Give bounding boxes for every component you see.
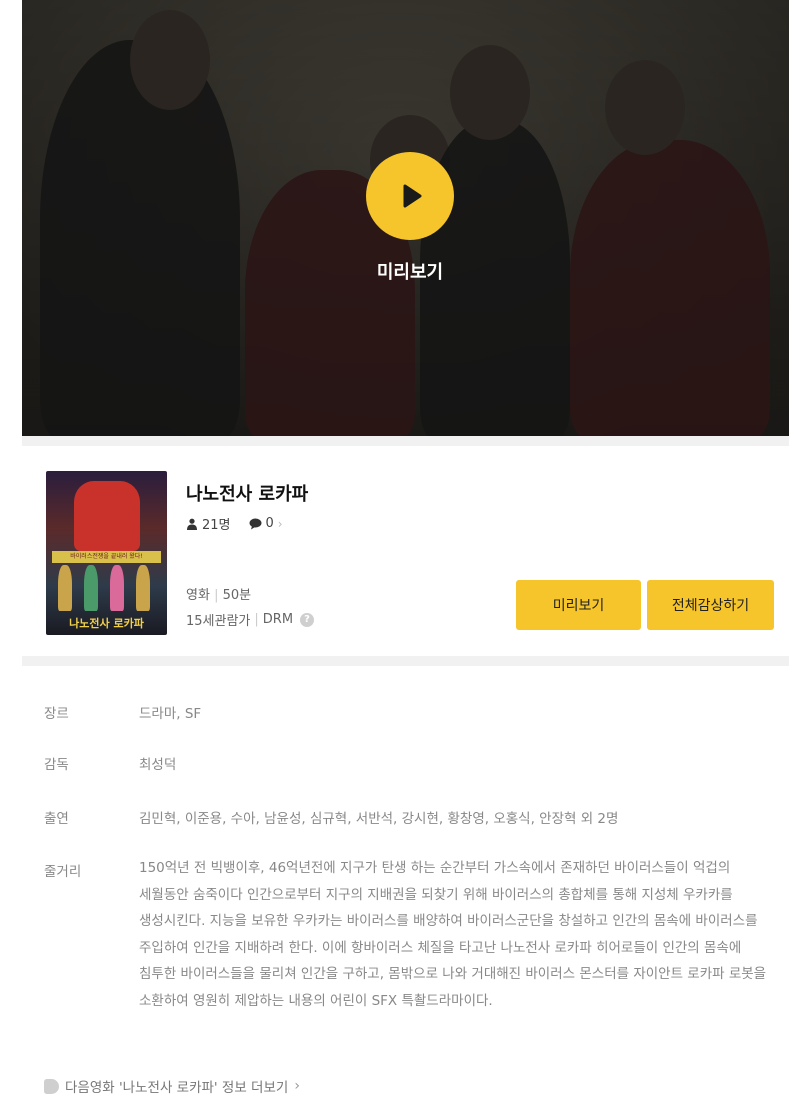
poster-robot-art xyxy=(74,481,140,551)
plot-label: 줄거리 xyxy=(44,864,82,880)
watch-full-button[interactable]: 전체감상하기 xyxy=(647,580,774,630)
preview-button[interactable]: 미리보기 xyxy=(516,580,641,630)
hero-figure-1-head xyxy=(130,10,210,110)
director-label: 감독 xyxy=(44,757,69,773)
director-value: 최성덕 xyxy=(139,757,177,773)
movie-poster[interactable]: 바이러스전쟁을 끝내러 왔다! 나노전사 로카파 xyxy=(46,471,167,635)
genre-value: 드라마, SF xyxy=(139,706,202,722)
movie-type: 영화 xyxy=(186,588,210,603)
movie-stats: 21명 0 › xyxy=(186,514,283,533)
movie-type-duration: 영화 | 50분 xyxy=(186,588,252,603)
play-button[interactable] xyxy=(366,152,454,240)
drm-label: DRM xyxy=(262,612,294,627)
chevron-right-icon[interactable]: › xyxy=(278,517,283,531)
movie-info-card: 바이러스전쟁을 끝내러 왔다! 나노전사 로카파 나노전사 로카파 21명 0 … xyxy=(22,446,789,656)
hero-figure-1 xyxy=(40,40,240,436)
comment-count[interactable]: 0 xyxy=(266,516,274,531)
cast-label: 출연 xyxy=(44,811,69,827)
chevron-right-icon[interactable]: › xyxy=(294,1078,300,1094)
age-rating: 15세관람가 xyxy=(186,614,251,629)
hero-left-margin xyxy=(0,0,22,436)
plot-text: 150억년 전 빅뱅이후, 46억년전에 지구가 탄생 하는 순간부터 가스속에… xyxy=(139,860,767,1009)
comment-icon[interactable] xyxy=(249,518,262,530)
poster-hero-green xyxy=(84,565,98,611)
poster-hero-gold-2 xyxy=(136,565,150,611)
hero-figure-4 xyxy=(570,140,770,436)
poster-title: 나노전사 로카파 xyxy=(69,617,144,630)
hero-figure-4-head xyxy=(605,60,685,155)
cast-value: 김민혁, 이준용, 수아, 남윤성, 심규혁, 서반석, 강시현, 황창영, 오… xyxy=(139,811,619,827)
person-icon xyxy=(187,518,197,530)
hero-figure-3-head xyxy=(450,45,530,140)
daum-logo-icon xyxy=(44,1078,59,1094)
section-divider xyxy=(22,436,789,446)
movie-title: 나노전사 로카파 xyxy=(186,484,309,505)
play-label: 미리보기 xyxy=(376,262,444,283)
play-button-wrap[interactable] xyxy=(366,152,454,240)
help-icon[interactable]: ? xyxy=(300,612,315,627)
poster-banner: 바이러스전쟁을 끝내러 왔다! xyxy=(52,551,161,563)
movie-rating-drm: 15세관람가 | DRM ? xyxy=(186,610,315,629)
preview-hero[interactable]: 미리보기 xyxy=(0,0,789,436)
poster-hero-gold-1 xyxy=(58,565,72,611)
more-info-link[interactable]: 다음영화 '나노전사 로카파' 정보 더보기 › xyxy=(44,1076,300,1096)
movie-duration: 50분 xyxy=(222,588,252,603)
poster-hero-pink xyxy=(110,565,124,611)
section-divider-2 xyxy=(22,656,789,666)
viewer-count: 21명 xyxy=(202,518,231,533)
play-icon xyxy=(403,184,422,208)
genre-label: 장르 xyxy=(44,706,69,722)
more-info-text[interactable]: 다음영화 '나노전사 로카파' 정보 더보기 xyxy=(65,1076,288,1096)
